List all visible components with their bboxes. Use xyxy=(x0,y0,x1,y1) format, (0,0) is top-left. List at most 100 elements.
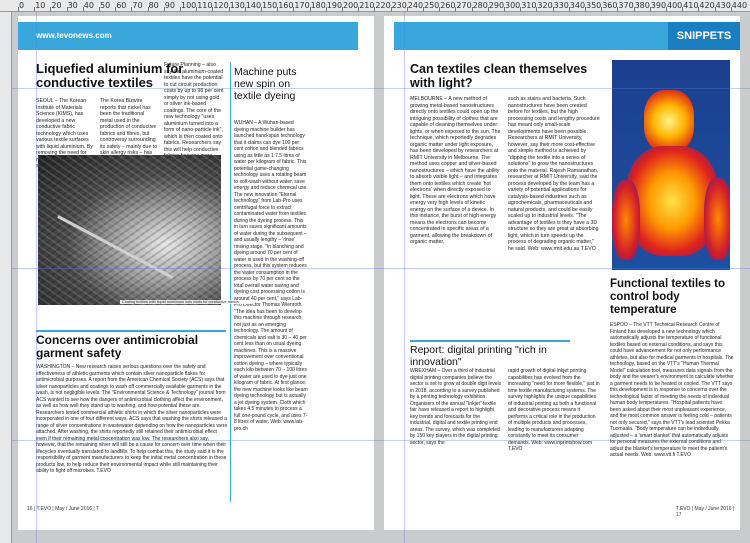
ruler-tick xyxy=(228,7,230,11)
ruler-number: 370 xyxy=(618,1,634,10)
banner-url: www.tevonews.com xyxy=(36,31,112,40)
ruler-tick xyxy=(439,7,441,11)
fabric-weave-texture xyxy=(38,155,221,305)
snippets-tab[interactable]: SNIPPETS xyxy=(668,22,740,50)
ruler-tick xyxy=(277,7,279,11)
page-footer-left: 16 | T.EVO | May / June 2016 | T xyxy=(27,506,100,512)
ruler-tick xyxy=(455,7,457,11)
ruler-number: 350 xyxy=(586,1,602,10)
ruler-tick xyxy=(325,7,327,11)
ruler-tick xyxy=(487,7,489,11)
ruler-tick xyxy=(50,7,52,11)
ruler-number: 200 xyxy=(343,1,359,10)
ruler-tick xyxy=(504,7,505,11)
ruler-tick xyxy=(99,7,100,11)
ruler-tick xyxy=(115,7,117,11)
ruler-number: 220 xyxy=(375,1,391,10)
thermal-arm-right xyxy=(704,178,730,260)
ruler-tick xyxy=(666,7,667,11)
ruler-number: 330 xyxy=(553,1,569,10)
article3-body: WASHINGTON – New research raises serious… xyxy=(36,364,228,474)
ruler-tick xyxy=(358,7,360,11)
ruler-tick xyxy=(342,7,343,11)
page-spine-gap xyxy=(374,12,384,543)
ruler-tick xyxy=(423,7,424,11)
ruler-number: 60 xyxy=(116,1,127,10)
ruler-number: 170 xyxy=(294,1,310,10)
ruler-number: 260 xyxy=(440,1,456,10)
ruler-tick xyxy=(212,7,214,11)
ruler-number: 250 xyxy=(424,1,440,10)
ruler-number: 290 xyxy=(488,1,505,10)
article2-body: WUHAN – A Wuhan-based dyeing machine bui… xyxy=(234,120,308,432)
ruler-number: 360 xyxy=(602,1,618,10)
ruler-tick xyxy=(163,7,165,11)
thermal-image-photo xyxy=(612,60,730,270)
column-rule xyxy=(230,62,231,502)
ruler-tick xyxy=(196,7,198,11)
ruler-tick xyxy=(147,7,149,11)
ruler-number: 40 xyxy=(83,1,94,10)
ruler-number: 70 xyxy=(132,1,143,10)
ruler-number: 80 xyxy=(148,1,159,10)
conductive-fabric-photo xyxy=(38,155,221,305)
ruler-tick xyxy=(714,7,716,11)
article5-column-2: rapid growth of digital inkjet printing … xyxy=(508,368,600,452)
ruler-tick xyxy=(261,7,262,11)
ruler-tick xyxy=(406,7,408,11)
ruler-number: 160 xyxy=(278,1,294,10)
article6-body: ESPOO – The VTT Technical Research Centr… xyxy=(610,322,734,458)
ruler-number: 120 xyxy=(213,1,229,10)
article5-column-1: WREXHAM – Over a third of industrial dig… xyxy=(410,368,502,446)
ruler-number: 340 xyxy=(569,1,586,10)
article-headline-digital-printing: Report: digital printing "rich in innova… xyxy=(410,340,570,368)
ruler-tick xyxy=(309,7,311,11)
article-headline-machine-dyeing: Machine puts new spin on textile dyeing xyxy=(234,66,297,102)
article-headline-antimicrobial: Concerns over antimicrobial garment safe… xyxy=(36,330,226,360)
article-headline-functional-textiles: Functional textiles to control body temp… xyxy=(610,278,726,316)
ruler-number: 400 xyxy=(667,1,683,10)
horizontal-ruler[interactable]: 0 10 20 30 40 50 60 70 80 90 100 110 120 130 140 150 160… xyxy=(0,0,750,12)
ruler-tick xyxy=(471,7,473,11)
layout-guide xyxy=(404,12,405,543)
ruler-tick xyxy=(520,7,522,11)
ruler-number: 430 xyxy=(715,1,731,10)
ruler-number: 180 xyxy=(310,1,326,10)
ruler-tick xyxy=(698,7,700,11)
ruler-tick xyxy=(66,7,68,11)
article4-column-1: MELBOURNE – A new method of growing meta… xyxy=(410,96,501,245)
article4-column-2: such as stains and bacteria. Such nanost… xyxy=(508,96,600,252)
ruler-number: 130 xyxy=(229,1,245,10)
ruler-tick xyxy=(374,7,376,11)
ruler-number: 110 xyxy=(197,1,213,10)
ruler-tick xyxy=(730,7,732,11)
ruler-number: 280 xyxy=(472,1,488,10)
ruler-number: 390 xyxy=(650,1,667,10)
ruler-number: 420 xyxy=(699,1,715,10)
layout-guide xyxy=(12,268,750,269)
ruler-number: 20 xyxy=(51,1,62,10)
layout-guide xyxy=(36,12,37,543)
ruler-number: 410 xyxy=(683,1,699,10)
layout-guide xyxy=(12,88,750,89)
ruler-tick xyxy=(617,7,619,11)
ruler-tick xyxy=(34,7,36,11)
ruler-tick xyxy=(18,7,19,11)
ruler-number: 210 xyxy=(359,1,375,10)
ruler-number: 150 xyxy=(262,1,278,10)
ruler-tick xyxy=(82,7,84,11)
thermal-head xyxy=(644,90,694,152)
vertical-ruler[interactable] xyxy=(0,12,12,543)
ruler-number: 90 xyxy=(164,1,175,10)
ruler-tick xyxy=(244,7,246,11)
article-headline-textiles-clean: Can textiles clean themselves with light… xyxy=(410,62,588,90)
ruler-tick xyxy=(649,7,651,11)
ruler-number: 100 xyxy=(181,1,197,10)
ruler-tick xyxy=(601,7,603,11)
ruler-tick xyxy=(131,7,133,11)
photo-caption: Coating textiles with liquid aluminium c… xyxy=(120,300,255,304)
ruler-tick xyxy=(568,7,570,11)
ruler-tick xyxy=(585,7,586,11)
ruler-number: 320 xyxy=(537,1,553,10)
ruler-number: 300 xyxy=(505,1,521,10)
